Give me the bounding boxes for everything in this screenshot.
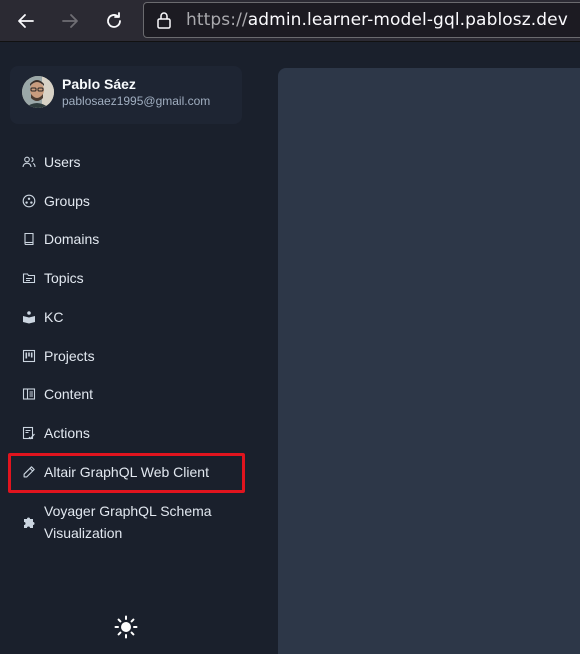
sidebar-item-kc[interactable]: KC bbox=[10, 301, 242, 333]
sidebar-item-label: Content bbox=[44, 386, 94, 402]
forward-button[interactable] bbox=[56, 7, 84, 35]
sidebar-item-actions[interactable]: Actions bbox=[10, 417, 242, 449]
sidebar-item-label: Projects bbox=[44, 348, 95, 364]
folder-icon bbox=[22, 271, 36, 285]
book-icon bbox=[22, 232, 36, 246]
reload-icon bbox=[107, 12, 121, 28]
users-icon bbox=[22, 155, 36, 169]
sidebar-item-users[interactable]: Users bbox=[10, 146, 242, 178]
sidebar-item-projects[interactable]: Projects bbox=[10, 340, 242, 372]
profile-name: Pablo Sáez bbox=[62, 76, 136, 92]
pen-icon bbox=[22, 465, 36, 479]
sidebar-item-voyager[interactable]: Voyager GraphQL Schema Visualization bbox=[10, 499, 242, 545]
back-arrow-icon bbox=[18, 14, 34, 28]
theme-toggle-button[interactable] bbox=[114, 615, 138, 639]
content-icon bbox=[22, 387, 36, 401]
reload-button[interactable] bbox=[100, 7, 128, 35]
forward-arrow-icon bbox=[62, 14, 78, 28]
puzzle-icon bbox=[22, 515, 36, 529]
sidebar-item-topics[interactable]: Topics bbox=[10, 262, 242, 294]
sidebar-item-groups[interactable]: Groups bbox=[10, 185, 242, 217]
url-host: admin.learner-model-gql.pablosz.dev bbox=[247, 10, 568, 30]
sidebar-item-label: Actions bbox=[44, 425, 90, 441]
sidebar-item-label: Voyager GraphQL Schema Visualization bbox=[44, 503, 212, 541]
sun-icon bbox=[114, 615, 138, 639]
groups-icon bbox=[22, 194, 36, 208]
sidebar-item-label: Altair GraphQL Web Client bbox=[44, 464, 209, 480]
address-bar[interactable]: https://admin.learner-model-gql.pablosz.… bbox=[143, 2, 580, 38]
sidebar-item-label: Domains bbox=[44, 231, 100, 247]
main-content-panel bbox=[278, 68, 580, 654]
sidebar-item-label: Groups bbox=[44, 193, 90, 209]
sidebar-item-label: Users bbox=[44, 154, 81, 170]
profile-card[interactable]: Pablo Sáez pablosaez1995@gmail.com bbox=[10, 66, 242, 124]
browser-toolbar: https://admin.learner-model-gql.pablosz.… bbox=[0, 0, 580, 42]
sidebar-item-content[interactable]: Content bbox=[10, 378, 242, 410]
back-button[interactable] bbox=[12, 7, 40, 35]
sidebar-item-label: KC bbox=[44, 309, 64, 325]
lock-icon bbox=[157, 12, 171, 29]
sidebar: Pablo Sáez pablosaez1995@gmail.com Users… bbox=[0, 42, 260, 654]
avatar-image bbox=[22, 76, 54, 108]
actions-icon bbox=[22, 426, 36, 440]
sidebar-item-label: Topics bbox=[44, 270, 84, 286]
url-protocol: https:// bbox=[186, 10, 248, 30]
kanban-icon bbox=[22, 349, 36, 363]
sidebar-item-altair[interactable]: Altair GraphQL Web Client bbox=[10, 456, 242, 488]
url-text: https://admin.learner-model-gql.pablosz.… bbox=[186, 10, 568, 30]
open-book-icon bbox=[22, 310, 36, 324]
profile-email: pablosaez1995@gmail.com bbox=[62, 94, 211, 108]
avatar bbox=[22, 76, 54, 108]
sidebar-item-domains[interactable]: Domains bbox=[10, 223, 242, 255]
